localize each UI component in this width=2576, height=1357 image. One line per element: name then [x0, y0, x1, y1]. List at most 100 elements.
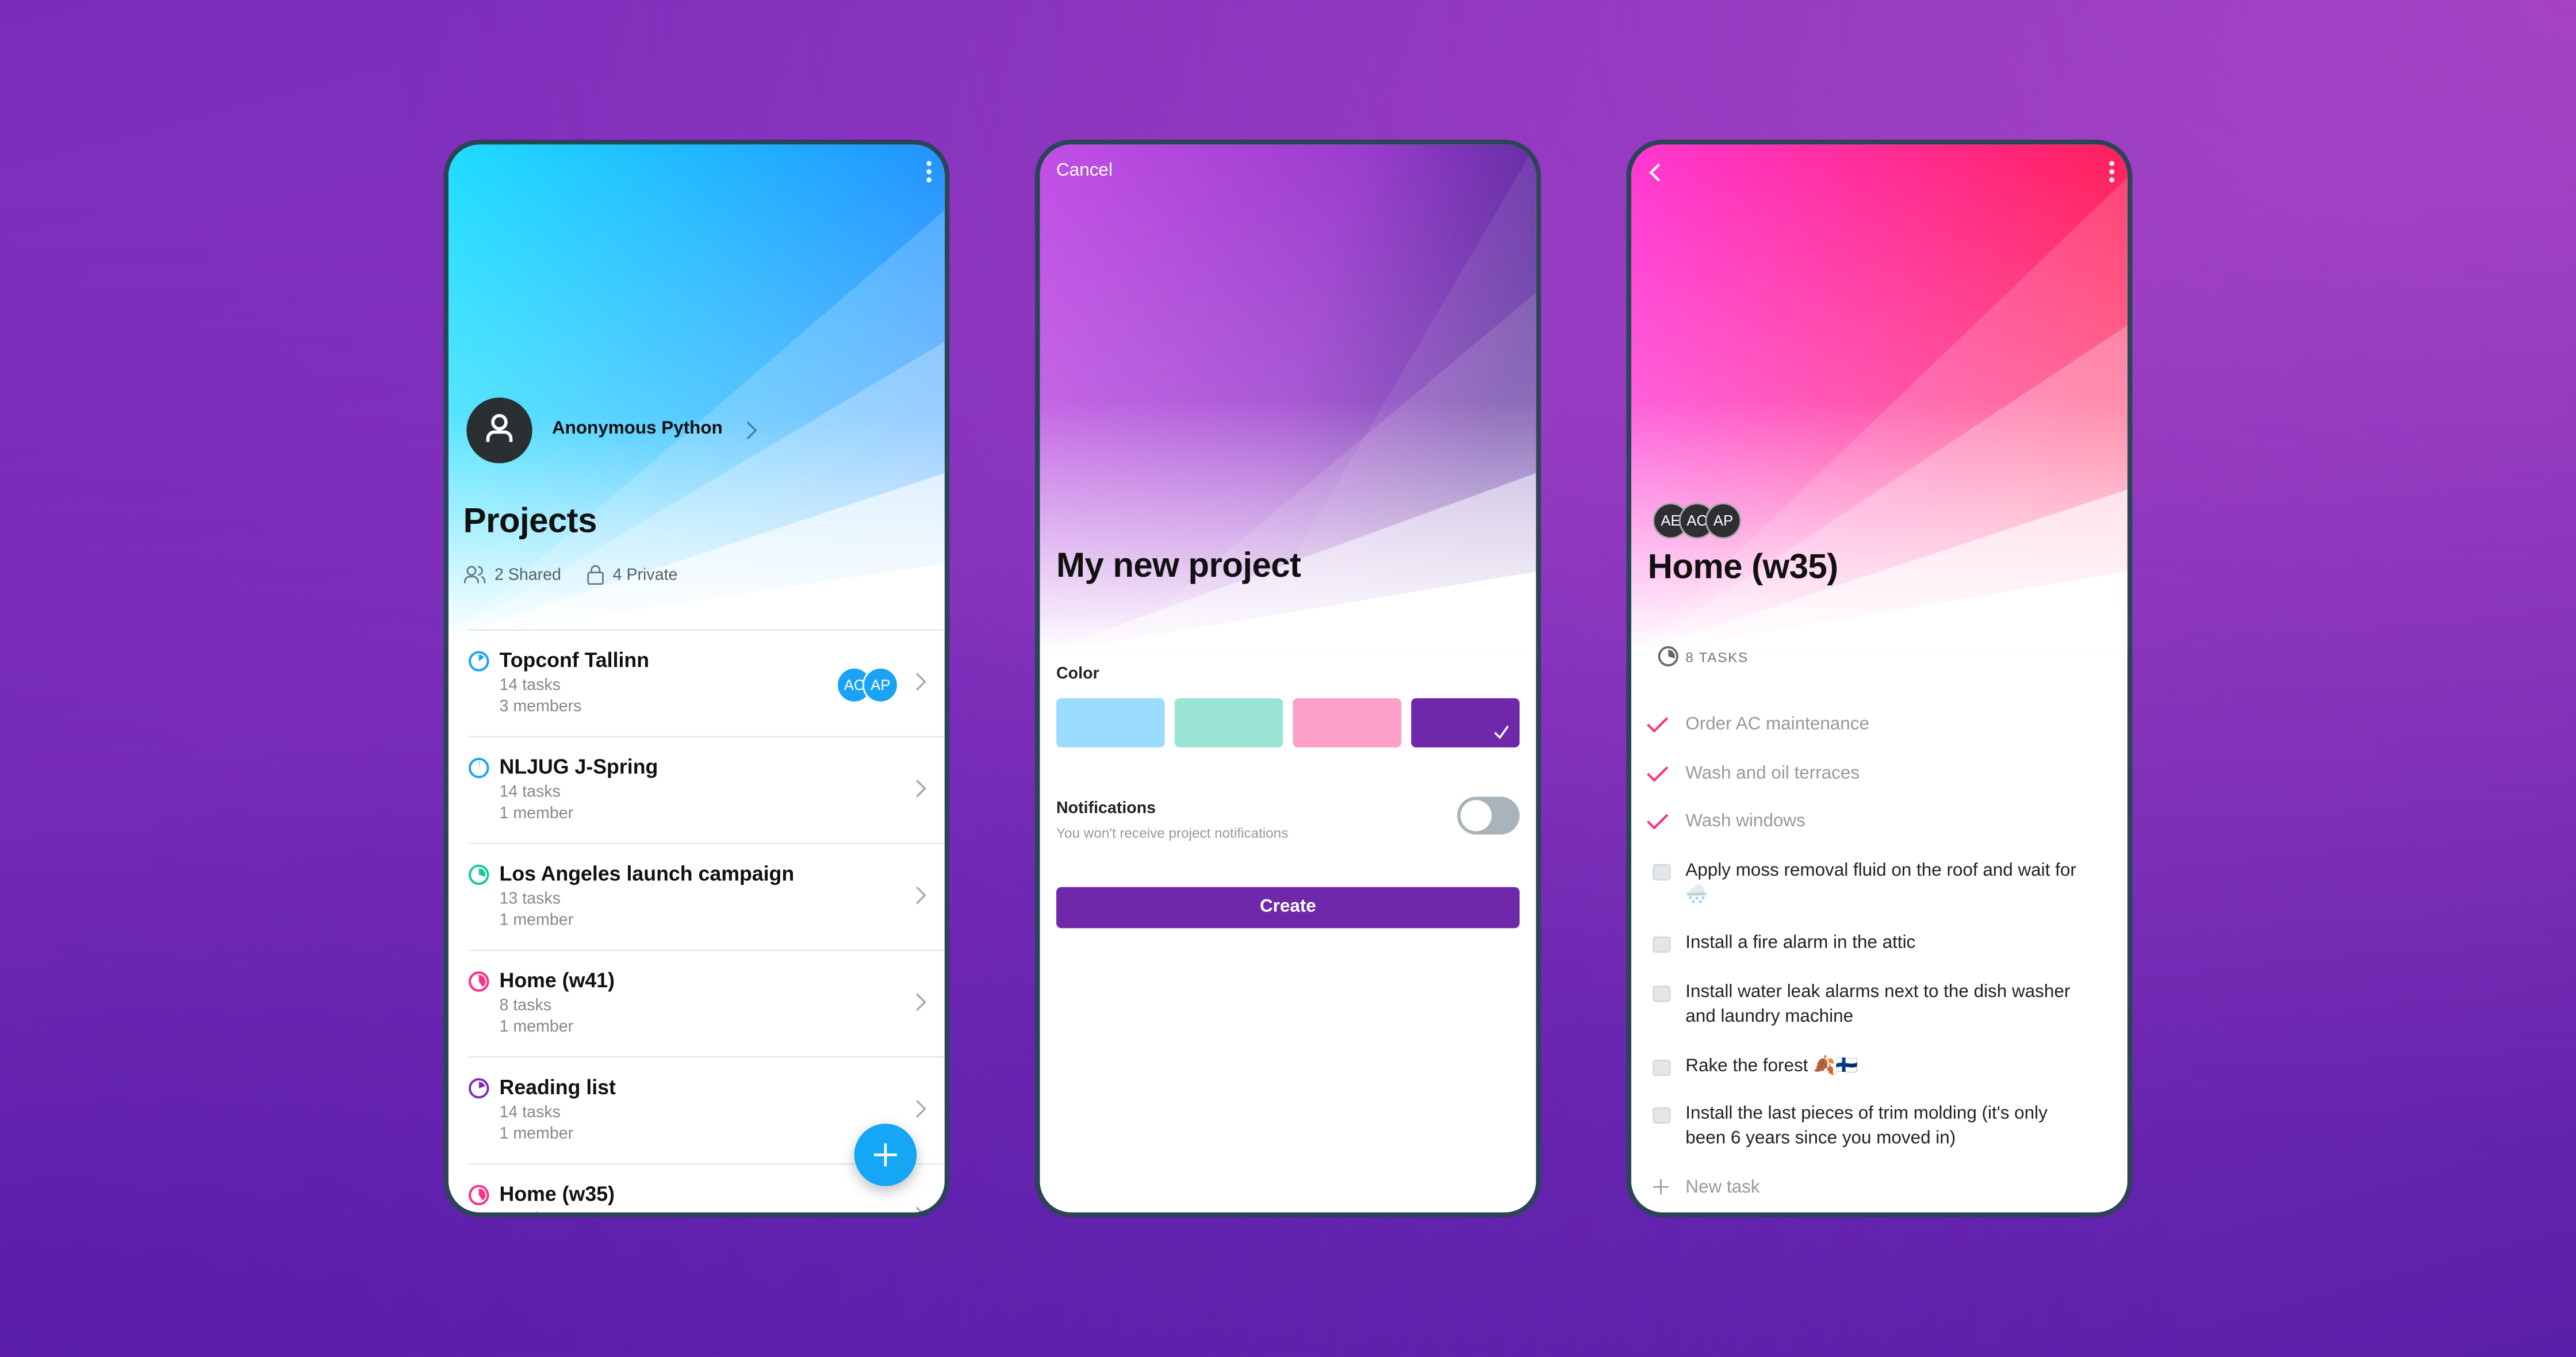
page-title: Projects: [463, 503, 597, 540]
task-item[interactable]: Order AC maintenance: [1631, 713, 2088, 738]
chevron-right-icon: [915, 1206, 923, 1213]
project-member-count: 1 member: [499, 804, 574, 823]
chevron-right-icon: [915, 779, 926, 798]
private-count: 4 Private: [612, 566, 678, 585]
member-avatar: [862, 1210, 899, 1213]
project-row[interactable]: Los Angeles launch campaign 13 tasks 1 mem…: [468, 842, 945, 950]
avatar[interactable]: [466, 397, 532, 463]
task-checkbox[interactable]: [1653, 986, 1671, 1002]
notifications-toggle[interactable]: [1457, 796, 1520, 835]
task-checkbox[interactable]: [1653, 1059, 1671, 1076]
task-item[interactable]: Apply moss removal fluid on the roof and…: [1631, 859, 2088, 908]
task-text: Install water leak alarms next to the di…: [1685, 982, 2071, 1027]
project-member-count: 3 members: [499, 698, 582, 716]
project-member-count: 1 member: [499, 1018, 574, 1037]
projects-screen: Anonymous Python Projects 2 Shared 4 Pri…: [443, 139, 950, 1218]
task-text: Rake the forest 🍂🇫🇮: [1685, 1055, 1858, 1076]
task-text: Install a fire alarm in the attic: [1685, 933, 1916, 954]
chevron-right-icon: [915, 1099, 926, 1118]
project-name-input[interactable]: My new project: [1056, 547, 1301, 586]
color-swatch[interactable]: [1293, 698, 1402, 747]
task-checkbox[interactable]: [1653, 864, 1671, 880]
project-task-count: 14 tasks: [499, 783, 561, 802]
project-row[interactable]: NLJUG J-Spring 14 tasks 1 member: [468, 735, 945, 843]
task-count: 8 TASKS: [1685, 649, 1749, 666]
notifications-label: Notifications: [1056, 800, 1156, 818]
project-name: Topconf Tallinn: [499, 649, 650, 672]
task-item[interactable]: Install a fire alarm in the attic: [1631, 932, 2088, 957]
color-swatch[interactable]: [1174, 698, 1283, 747]
project-member-count: 1 member: [499, 1125, 574, 1144]
project-member-count: 1 member: [499, 911, 574, 930]
member-avatar: [810, 1210, 846, 1213]
stage: Anonymous Python Projects 2 Shared 4 Pri…: [0, 0, 2576, 1357]
notifications-description: You won't receive project notifications: [1056, 825, 1289, 841]
checkmark-icon[interactable]: [1646, 716, 1669, 734]
checkmark-icon[interactable]: [1646, 765, 1669, 783]
project-name: Reading list: [499, 1076, 616, 1099]
user-name[interactable]: Anonymous Python: [552, 419, 723, 439]
project-name: Los Angeles launch campaign: [499, 862, 795, 885]
progress-icon: [469, 864, 489, 885]
more-menu-icon[interactable]: [2108, 160, 2114, 184]
project-name: Home (w41): [499, 969, 615, 992]
project-task-count: 14 tasks: [499, 1103, 561, 1122]
project-row[interactable]: Topconf Tallinn 14 tasks 3 members AC AP: [468, 629, 945, 736]
lock-icon: [587, 565, 604, 585]
more-menu-icon[interactable]: [925, 160, 931, 184]
color-swatch[interactable]: [1056, 698, 1165, 747]
users-icon: [464, 566, 486, 584]
chevron-right-icon: [915, 993, 926, 1011]
task-checkbox[interactable]: [1653, 1107, 1671, 1124]
progress-icon: [1658, 646, 1678, 666]
task-list: Order AC maintenance Wash and oil terrace…: [1631, 713, 2088, 1213]
new-project-screen: Cancel My new project Color Notification…: [1034, 139, 1541, 1218]
project-name: NLJUG J-Spring: [499, 756, 658, 779]
plus-icon: [873, 1143, 897, 1167]
cancel-button[interactable]: Cancel: [1056, 161, 1113, 181]
task-text: Order AC maintenance: [1685, 714, 1869, 735]
color-swatch[interactable]: [1411, 698, 1520, 747]
project-task-count: 8 tasks: [499, 997, 552, 1015]
new-task-label: New task: [1685, 1177, 1760, 1198]
progress-icon: [469, 757, 489, 779]
chevron-right-icon: [915, 673, 926, 691]
task-text: Wash and oil terraces: [1685, 763, 1860, 783]
progress-icon: [469, 651, 489, 672]
project-name: Home (w35): [499, 1183, 615, 1206]
task-item[interactable]: Rake the forest 🍂🇫🇮: [1631, 1054, 2088, 1079]
project-task-count: 13 tasks: [499, 890, 561, 908]
back-icon[interactable]: [1648, 163, 1661, 182]
header-background: [448, 144, 945, 638]
member-avatar: AP: [862, 666, 899, 703]
chevron-right-icon: [915, 886, 926, 904]
shared-count: 2 Shared: [494, 566, 561, 585]
task-checkbox[interactable]: [1653, 937, 1671, 954]
project-detail-screen: AE AC AP Home (w35) 8 TASKS Order AC maint…: [1626, 139, 2133, 1218]
create-button[interactable]: Create: [1056, 887, 1520, 929]
color-label: Color: [1056, 665, 1099, 684]
task-text: Apply moss removal fluid on the roof and…: [1685, 860, 2076, 905]
member-avatar: AP: [1705, 503, 1742, 539]
progress-icon: [469, 1078, 489, 1099]
add-project-button[interactable]: [854, 1124, 917, 1186]
progress-icon: [469, 971, 489, 992]
new-task-button[interactable]: New task: [1631, 1176, 2088, 1201]
task-item[interactable]: Wash windows: [1631, 810, 2088, 835]
member-avatar: [836, 1210, 873, 1213]
task-text: Wash windows: [1685, 811, 1805, 832]
project-title: Home (w35): [1647, 549, 1839, 586]
project-task-count: 8 tasks: [500, 1211, 552, 1213]
project-row[interactable]: Home (w41) 8 tasks 1 member: [468, 949, 945, 1056]
project-task-count: 14 tasks: [499, 677, 561, 695]
task-item[interactable]: Install water leak alarms next to the di…: [1631, 981, 2088, 1030]
task-item[interactable]: Wash and oil terraces: [1631, 761, 2088, 786]
check-icon: [1494, 725, 1509, 739]
user-icon: [486, 413, 513, 442]
progress-icon: [469, 1184, 489, 1206]
task-item[interactable]: Install the last pieces of trim molding …: [1631, 1102, 2088, 1152]
checkmark-icon[interactable]: [1646, 814, 1669, 831]
plus-icon: [1653, 1178, 1669, 1194]
task-text: Install the last pieces of trim molding …: [1685, 1104, 2048, 1149]
chevron-right-icon[interactable]: [746, 420, 757, 440]
